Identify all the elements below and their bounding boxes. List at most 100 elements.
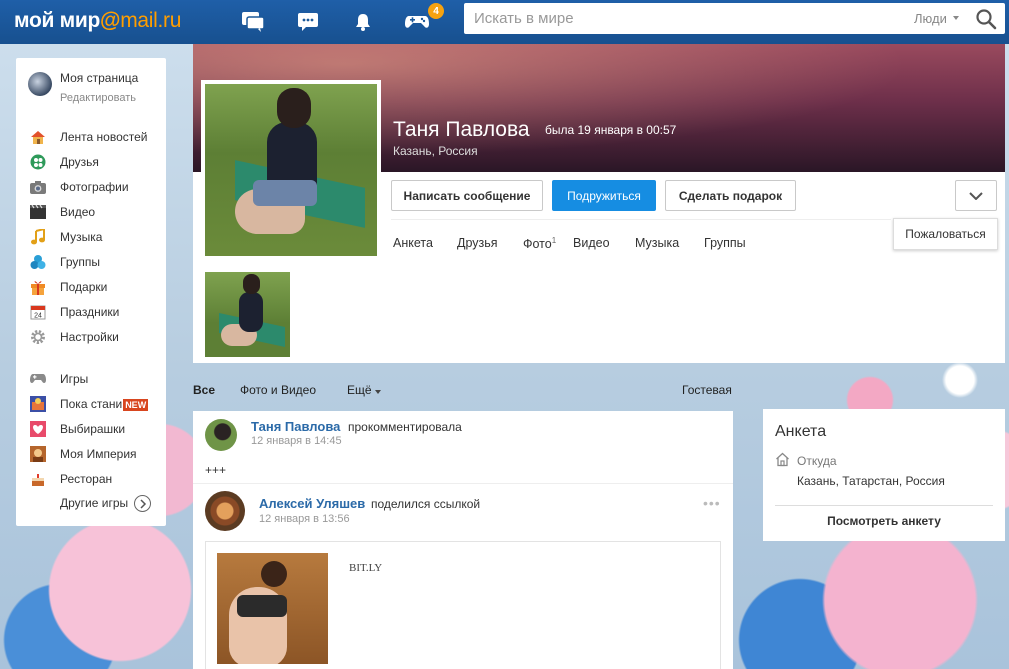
tab-photos-label: Фото: [523, 237, 552, 252]
feed-tab-all[interactable]: Все: [193, 383, 215, 397]
tab-photos[interactable]: Фото1: [523, 236, 556, 251]
post-action: прокомментировала: [348, 420, 462, 434]
chevron-down-icon: [375, 390, 381, 394]
my-avatar[interactable]: [28, 72, 52, 96]
tab-groups[interactable]: Группы: [704, 236, 746, 250]
sidebar-item-gifts[interactable]: Подарки: [30, 277, 166, 297]
widget-title: Анкета: [775, 423, 827, 440]
sidebar-item-label: Настройки: [60, 330, 119, 344]
chevron-right-icon[interactable]: [134, 495, 151, 512]
sidebar-item-game-poka-stani[interactable]: Пока стани NEW: [30, 394, 166, 414]
sidebar-item-label: Фотографии: [60, 180, 129, 194]
anketa-widget: Анкета Откуда Казань, Татарстан, Россия …: [763, 409, 1005, 541]
game-thumb-icon: [30, 446, 46, 462]
logo-text-2: mail.ru: [120, 9, 182, 32]
gear-icon: [30, 329, 46, 345]
sidebar-item-video[interactable]: Видео: [30, 202, 166, 222]
avatar[interactable]: [205, 419, 237, 451]
photo-count: 1: [551, 236, 557, 245]
gift-icon: [30, 279, 46, 295]
tab-friends[interactable]: Друзья: [457, 236, 498, 250]
top-bar: мой мир@mail.ru 4 Люди: [0, 0, 1009, 44]
sidebar-item-label: Праздники: [60, 305, 120, 319]
tab-anketa[interactable]: Анкета: [393, 236, 433, 250]
heart-icon: [30, 421, 46, 437]
sidebar-item-label: Лента новостей: [60, 130, 148, 144]
post-author-link[interactable]: Алексей Уляшев: [259, 496, 365, 511]
chevron-down-icon: [953, 16, 959, 20]
calendar-icon: 24: [30, 304, 46, 320]
edit-profile-link[interactable]: Редактировать: [60, 92, 136, 104]
link-preview[interactable]: BIT.LY: [205, 541, 721, 669]
bell-icon[interactable]: [348, 7, 378, 37]
messages-icon[interactable]: [293, 7, 323, 37]
post-time[interactable]: 12 января в 14:45: [251, 435, 342, 447]
home-icon: [775, 452, 791, 468]
divider: [775, 505, 993, 506]
sidebar-item-game-restaurant[interactable]: Ресторан: [30, 469, 166, 489]
feed-tab-guestbook[interactable]: Гостевая: [682, 383, 732, 397]
send-message-button[interactable]: Написать сообщение: [391, 180, 543, 211]
add-friend-button[interactable]: Подружиться: [552, 180, 656, 211]
music-icon: [30, 229, 46, 245]
sidebar-item-photos[interactable]: Фотографии: [30, 177, 166, 197]
feed-tab-more[interactable]: Ещё: [347, 383, 372, 397]
avatar[interactable]: [205, 491, 245, 531]
camera-icon: [30, 179, 46, 195]
divider: [193, 483, 733, 484]
last-seen: была 19 января в 00:57: [545, 123, 677, 137]
photo-thumbnail[interactable]: [205, 272, 290, 357]
groups-icon: [30, 254, 46, 270]
sidebar-item-label: Группы: [60, 255, 100, 269]
game-thumb-icon: [30, 396, 46, 412]
sidebar-item-groups[interactable]: Группы: [30, 252, 166, 272]
sidebar-item-friends[interactable]: Друзья: [30, 152, 166, 172]
post-action: поделился ссылкой: [371, 497, 481, 511]
gamepad-icon: [30, 371, 46, 387]
report-menu-item[interactable]: Пожаловаться: [893, 218, 998, 250]
profile-name: Таня Павлова: [393, 118, 530, 141]
post-text: +++: [205, 463, 227, 477]
search-input[interactable]: [464, 3, 894, 34]
sidebar-item-music[interactable]: Музыка: [30, 227, 166, 247]
feed-tab-photo-video[interactable]: Фото и Видео: [240, 383, 316, 397]
site-logo[interactable]: мой мир@mail.ru: [14, 9, 181, 33]
sidebar-item-label: Друзья: [60, 155, 99, 169]
search-icon[interactable]: [974, 7, 1000, 31]
sidebar-item-games[interactable]: Игры: [30, 369, 166, 389]
post-time[interactable]: 12 января в 13:56: [259, 513, 350, 525]
more-games-link[interactable]: Другие игры: [60, 496, 128, 510]
sidebar-item-label: Музыка: [60, 230, 103, 244]
more-actions-button[interactable]: [955, 180, 997, 211]
sidebar-item-label: Подарки: [60, 280, 108, 294]
sidebar-item-game-vybirashki[interactable]: Выбирашки: [30, 419, 166, 439]
profile-avatar[interactable]: [201, 80, 381, 260]
friends-icon: [30, 154, 46, 170]
view-anketa-link[interactable]: Посмотреть анкету: [763, 514, 1005, 528]
games-count-badge: 4: [428, 3, 444, 19]
send-gift-button[interactable]: Сделать подарок: [665, 180, 796, 211]
tab-video[interactable]: Видео: [573, 236, 610, 250]
chevron-down-icon: [969, 191, 983, 200]
from-value: Казань, Татарстан, Россия: [797, 474, 945, 488]
sidebar-item-game-empire[interactable]: Моя Империя: [30, 444, 166, 464]
sidebar-item-label: Игры: [60, 372, 89, 386]
sidebar-item-settings[interactable]: Настройки: [30, 327, 166, 347]
sidebar-item-holidays[interactable]: 24 Праздники: [30, 302, 166, 322]
link-image: [217, 553, 328, 664]
tab-music[interactable]: Музыка: [635, 236, 679, 250]
search-scope-select[interactable]: Люди: [914, 11, 947, 26]
dialogs-icon[interactable]: [238, 7, 268, 37]
more-dots-icon[interactable]: •••: [703, 495, 721, 511]
sidebar-item-label: Видео: [60, 205, 96, 219]
profile-card: Таня Павлова была 19 января в 00:57 Каза…: [193, 44, 1005, 363]
feed: Таня Павлова прокомментировала 12 января…: [193, 411, 733, 669]
profile-city: Казань, Россия: [393, 144, 478, 158]
sidebar-item-news[interactable]: Лента новостей: [30, 127, 166, 147]
post-author-link[interactable]: Таня Павлова: [251, 419, 340, 434]
sidebar-item-label: Выбирашки: [60, 422, 126, 436]
new-badge: NEW: [123, 399, 149, 411]
my-page-link[interactable]: Моя страница: [60, 71, 138, 85]
game-title: Пока стани: [60, 397, 123, 411]
search-box: Люди: [464, 3, 1005, 34]
